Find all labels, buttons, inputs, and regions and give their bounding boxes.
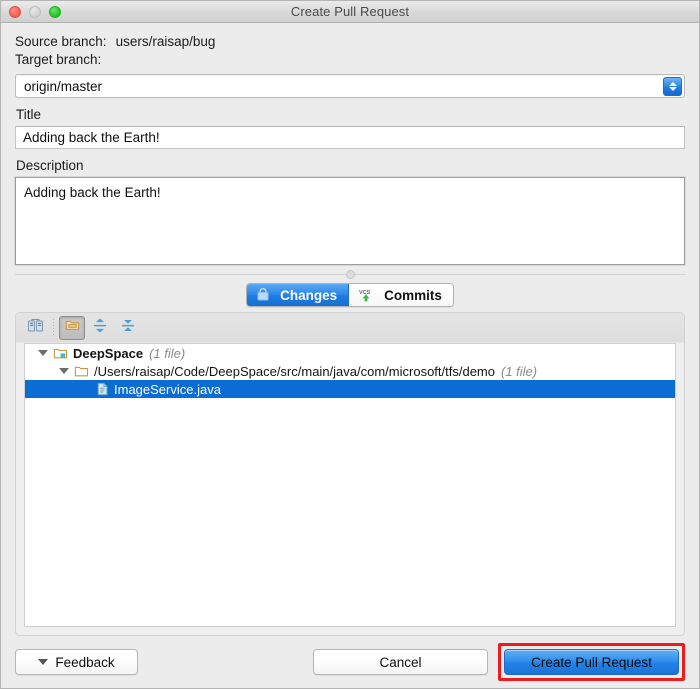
tree-node-label: DeepSpace	[73, 346, 143, 361]
cancel-button-label: Cancel	[379, 655, 421, 670]
chevron-updown-icon[interactable]	[663, 77, 682, 96]
folder-icon	[74, 365, 89, 378]
tab-commits[interactable]: VCS Commits	[349, 284, 453, 306]
target-branch-label: Target branch:	[15, 52, 101, 67]
show-diff-button[interactable]	[22, 316, 48, 340]
dialog-body: Source branch: users/raisap/bug Target b…	[1, 23, 699, 636]
window-titlebar: Create Pull Request	[1, 1, 699, 23]
target-branch-selected-value: origin/master	[16, 79, 102, 94]
vcs-commit-icon: VCS	[358, 288, 374, 303]
tree-node-label: ImageService.java	[114, 382, 221, 397]
changes-commits-tabs: Changes VCS Commits	[246, 283, 454, 307]
folder-group-icon	[64, 318, 81, 338]
feedback-button[interactable]: Feedback	[15, 649, 138, 675]
diff-compare-icon	[27, 317, 44, 339]
chevron-down-icon[interactable]	[38, 350, 48, 356]
group-by-directory-button[interactable]	[59, 316, 85, 340]
create-pull-request-button-label: Create Pull Request	[531, 655, 652, 670]
collapse-all-icon	[120, 317, 136, 339]
svg-text:VCS: VCS	[359, 290, 371, 296]
panel-splitter[interactable]	[15, 267, 685, 282]
window-title: Create Pull Request	[1, 4, 699, 19]
cancel-button[interactable]: Cancel	[313, 649, 488, 675]
feedback-button-label: Feedback	[55, 655, 114, 670]
changes-toolbar	[16, 313, 684, 343]
tree-node-count: (1 file)	[501, 364, 537, 379]
description-label: Description	[16, 158, 685, 173]
target-branch-combobox[interactable]: origin/master	[15, 74, 685, 98]
title-label: Title	[16, 107, 685, 122]
create-pull-request-dialog: Create Pull Request Source branch: users…	[0, 0, 700, 689]
tabs-container: Changes VCS Commits	[15, 283, 685, 307]
title-input[interactable]: Adding back the Earth!	[15, 126, 685, 149]
expand-all-icon	[92, 317, 108, 339]
create-pull-request-highlight: Create Pull Request	[498, 643, 685, 681]
source-branch-row: Source branch: users/raisap/bug	[15, 34, 685, 49]
expand-all-button[interactable]	[87, 316, 113, 340]
changes-shelf-icon	[256, 288, 270, 302]
collapse-all-button[interactable]	[115, 316, 141, 340]
tab-commits-label: Commits	[384, 288, 442, 303]
tab-changes[interactable]: Changes	[247, 284, 349, 306]
tree-row[interactable]: ImageService.java	[25, 380, 675, 398]
create-pull-request-button[interactable]: Create Pull Request	[504, 649, 679, 675]
changed-files-tree[interactable]: DeepSpace (1 file) /Users/raisap/Code/De…	[24, 343, 676, 627]
changes-panel: DeepSpace (1 file) /Users/raisap/Code/De…	[15, 312, 685, 636]
description-input[interactable]: Adding back the Earth!	[15, 177, 685, 265]
java-file-icon	[96, 382, 109, 396]
source-branch-value: users/raisap/bug	[116, 34, 216, 49]
tree-node-label: /Users/raisap/Code/DeepSpace/src/main/ja…	[94, 364, 495, 379]
tree-node-count: (1 file)	[149, 346, 185, 361]
chevron-down-icon[interactable]	[59, 368, 69, 374]
source-branch-label: Source branch:	[15, 34, 107, 49]
toolbar-separator	[53, 319, 54, 337]
module-folder-icon	[53, 347, 68, 360]
chevron-down-icon	[38, 659, 48, 665]
tab-changes-label: Changes	[280, 288, 337, 303]
splitter-handle[interactable]	[346, 270, 355, 279]
tree-row[interactable]: /Users/raisap/Code/DeepSpace/src/main/ja…	[25, 362, 675, 380]
dialog-footer: Feedback Cancel Create Pull Request	[1, 636, 699, 688]
tree-row[interactable]: DeepSpace (1 file)	[25, 344, 675, 362]
target-branch-row: Target branch:	[15, 52, 685, 67]
